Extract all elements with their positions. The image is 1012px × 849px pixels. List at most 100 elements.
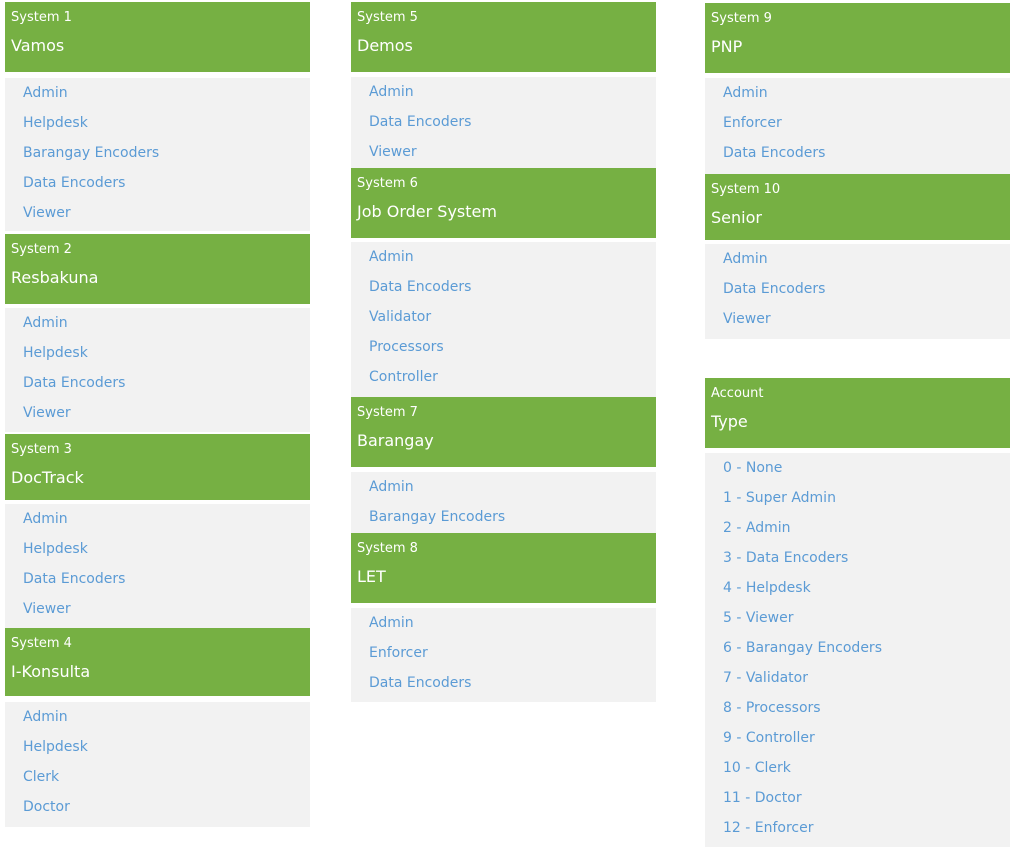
role-link[interactable]: Helpdesk (23, 534, 310, 564)
system-1-role-list: Admin Helpdesk Barangay Encoders Data Encod… (5, 78, 310, 231)
role-link[interactable]: Enforcer (723, 108, 1010, 138)
system-2-title: Resbakuna (11, 268, 99, 287)
role-link[interactable]: Admin (23, 504, 310, 534)
role-link[interactable]: Viewer (723, 304, 1010, 334)
role-link[interactable]: Admin (23, 308, 310, 338)
system-6-role-list: Admin Data Encoders Validator Processors Con… (351, 242, 656, 397)
system-7-header: System 7 Barangay (351, 397, 656, 467)
role-link[interactable]: Helpdesk (23, 108, 310, 138)
system-5-header: System 5 Demos (351, 2, 656, 72)
system-6-header: System 6 Job Order System (351, 168, 656, 238)
system-5-role-list: Admin Data Encoders Viewer (351, 77, 656, 168)
system-4-role-list: Admin Helpdesk Clerk Doctor (5, 702, 310, 827)
role-link[interactable]: 8 - Processors (723, 693, 1010, 723)
role-link[interactable]: 0 - None (723, 453, 1010, 483)
role-link[interactable]: 7 - Validator (723, 663, 1010, 693)
system-8-label: System 8 (357, 541, 418, 556)
system-6-title: Job Order System (357, 202, 497, 221)
role-link[interactable]: 6 - Barangay Encoders (723, 633, 1010, 663)
system-10-panel: System 10 Senior Admin Data Encoders Viewer (705, 174, 1010, 339)
role-link[interactable]: Data Encoders (23, 368, 310, 398)
role-link[interactable]: Viewer (23, 398, 310, 428)
account-type-role-list: 0 - None 1 - Super Admin 2 - Admin 3 - Data… (705, 453, 1010, 847)
role-link[interactable]: 12 - Enforcer (723, 813, 1010, 843)
role-link[interactable]: Admin (369, 77, 656, 107)
role-link[interactable]: Admin (369, 472, 656, 502)
role-link[interactable]: 11 - Doctor (723, 783, 1010, 813)
system-4-title: I-Konsulta (11, 662, 91, 681)
system-10-role-list: Admin Data Encoders Viewer (705, 244, 1010, 339)
system-7-role-list: Admin Barangay Encoders (351, 472, 656, 533)
role-link[interactable]: Controller (369, 362, 656, 392)
role-link[interactable]: Processors (369, 332, 656, 362)
role-link[interactable]: 9 - Controller (723, 723, 1010, 753)
role-link[interactable]: Data Encoders (723, 274, 1010, 304)
role-link[interactable]: Viewer (23, 198, 310, 228)
role-link[interactable]: Admin (723, 78, 1010, 108)
system-4-label: System 4 (11, 636, 72, 651)
role-link[interactable]: Data Encoders (369, 272, 656, 302)
role-link[interactable]: 2 - Admin (723, 513, 1010, 543)
system-4-header: System 4 I-Konsulta (5, 628, 310, 696)
system-1-title: Vamos (11, 36, 65, 55)
role-link[interactable]: 5 - Viewer (723, 603, 1010, 633)
role-link[interactable]: Admin (23, 78, 310, 108)
role-link[interactable]: Doctor (23, 792, 310, 822)
system-4-panel: System 4 I-Konsulta Admin Helpdesk Clerk Doct… (5, 628, 310, 827)
system-3-label: System 3 (11, 442, 72, 457)
system-3-header: System 3 DocTrack (5, 434, 310, 500)
system-8-header: System 8 LET (351, 533, 656, 603)
system-9-title: PNP (711, 37, 743, 56)
role-link[interactable]: Barangay Encoders (23, 138, 310, 168)
role-link[interactable]: Admin (369, 608, 656, 638)
system-10-label: System 10 (711, 182, 781, 197)
system-3-title: DocTrack (11, 468, 84, 487)
system-5-panel: System 5 Demos Admin Data Encoders Viewer (351, 2, 656, 168)
role-link[interactable]: Data Encoders (369, 668, 656, 698)
role-link[interactable]: Data Encoders (23, 168, 310, 198)
system-7-label: System 7 (357, 405, 418, 420)
system-2-label: System 2 (11, 242, 72, 257)
system-7-title: Barangay (357, 431, 434, 450)
account-type-header: Account Type (705, 378, 1010, 448)
role-link[interactable]: Data Encoders (723, 138, 1010, 168)
system-2-role-list: Admin Helpdesk Data Encoders Viewer (5, 308, 310, 432)
role-link[interactable]: Viewer (369, 137, 656, 167)
system-2-panel: System 2 Resbakuna Admin Helpdesk Data Encod… (5, 234, 310, 432)
system-1-label: System 1 (11, 10, 72, 25)
system-10-title: Senior (711, 208, 762, 227)
role-link[interactable]: Barangay Encoders (369, 502, 656, 532)
role-link[interactable]: Data Encoders (369, 107, 656, 137)
system-9-label: System 9 (711, 11, 772, 26)
system-9-header: System 9 PNP (705, 3, 1010, 73)
system-8-title: LET (357, 567, 386, 586)
role-link[interactable]: Admin (723, 244, 1010, 274)
system-5-title: Demos (357, 36, 413, 55)
system-6-label: System 6 (357, 176, 418, 191)
role-link[interactable]: Viewer (23, 594, 310, 624)
system-8-panel: System 8 LET Admin Enforcer Data Encoders (351, 533, 656, 702)
system-3-role-list: Admin Helpdesk Data Encoders Viewer (5, 504, 310, 628)
system-7-panel: System 7 Barangay Admin Barangay Encoders (351, 397, 656, 533)
system-6-panel: System 6 Job Order System Admin Data Encode… (351, 168, 656, 397)
role-link[interactable]: 4 - Helpdesk (723, 573, 1010, 603)
system-9-role-list: Admin Enforcer Data Encoders (705, 78, 1010, 174)
system-5-label: System 5 (357, 10, 418, 25)
account-type-title: Type (711, 412, 748, 431)
account-type-label: Account (711, 386, 764, 401)
role-link[interactable]: Validator (369, 302, 656, 332)
system-8-role-list: Admin Enforcer Data Encoders (351, 608, 656, 702)
role-link[interactable]: Helpdesk (23, 338, 310, 368)
role-link[interactable]: Data Encoders (23, 564, 310, 594)
account-type-panel: Account Type 0 - None 1 - Super Admin 2 - Ad… (705, 378, 1010, 847)
system-10-header: System 10 Senior (705, 174, 1010, 240)
role-link[interactable]: Admin (369, 242, 656, 272)
role-link[interactable]: Admin (23, 702, 310, 732)
role-link[interactable]: 1 - Super Admin (723, 483, 1010, 513)
role-link[interactable]: Helpdesk (23, 732, 310, 762)
system-3-panel: System 3 DocTrack Admin Helpdesk Data Encode… (5, 434, 310, 628)
role-link[interactable]: Enforcer (369, 638, 656, 668)
role-link[interactable]: Clerk (23, 762, 310, 792)
role-link[interactable]: 3 - Data Encoders (723, 543, 1010, 573)
role-link[interactable]: 10 - Clerk (723, 753, 1010, 783)
